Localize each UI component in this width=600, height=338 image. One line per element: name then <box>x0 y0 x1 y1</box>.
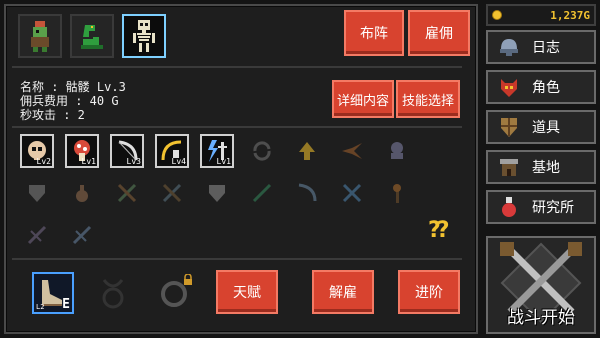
skill-slot[interactable] <box>335 176 369 210</box>
skill-slot[interactable] <box>65 218 99 252</box>
skill-slot[interactable] <box>200 176 234 210</box>
skill-grid: Lv2 Lv1 Lv3 Lv4 Lv1 <box>20 134 414 252</box>
menu-label: 日志 <box>532 40 560 56</box>
menu-label: 道具 <box>532 120 560 136</box>
skill-level: Lv1 <box>81 157 96 166</box>
amulet-equip-icon <box>102 279 124 309</box>
skill-slot[interactable] <box>20 176 54 210</box>
divider-mid <box>12 126 462 128</box>
skeleton-icon <box>133 20 155 52</box>
skill-level: Lv1 <box>216 157 231 166</box>
sword-skill-icon <box>117 183 137 203</box>
potion-skill-icon <box>76 185 88 202</box>
sword-skill-icon <box>162 183 182 203</box>
formation-button[interactable]: 布阵 <box>344 10 404 56</box>
torch-skill-icon <box>393 184 401 203</box>
menu-base-button[interactable]: 基地 <box>486 150 596 184</box>
gold-coin-icon <box>492 10 502 20</box>
skill-slot[interactable] <box>380 176 414 210</box>
ghost-skill-icon <box>391 142 403 159</box>
shield-item-icon <box>496 114 522 140</box>
talent-button[interactable]: 天赋 <box>216 270 278 314</box>
gold-display: 1,237G <box>486 4 596 26</box>
potion-icon <box>496 194 522 220</box>
crossbow-skill-icon <box>27 225 47 245</box>
skill-slot[interactable] <box>65 176 99 210</box>
unit-cost-line: 佣兵费用 : 40 G <box>20 94 119 108</box>
shield-skill-icon <box>29 185 45 202</box>
unit-attack-line: 秒攻击 : 2 <box>20 108 85 122</box>
skill-slot[interactable] <box>245 176 279 210</box>
lock-icon <box>184 274 192 285</box>
help-hint[interactable]: ?? <box>428 218 449 243</box>
menu-items-button[interactable]: 道具 <box>486 110 596 144</box>
advance-button[interactable]: 进阶 <box>398 270 460 314</box>
sword-skill-icon <box>252 183 272 203</box>
skill-slot[interactable] <box>110 176 144 210</box>
skill-slot[interactable]: Lv2 <box>20 134 54 168</box>
roster-slot-serpent[interactable] <box>70 14 114 58</box>
serpent-icon <box>81 25 103 49</box>
burst-skill-icon <box>342 143 362 159</box>
equip-slot-ring[interactable] <box>154 272 196 314</box>
skill-slot[interactable] <box>245 134 279 168</box>
skill-slot[interactable]: Lv3 <box>110 134 144 168</box>
gold-amount: 1,237G <box>550 8 590 22</box>
skill-slot[interactable] <box>155 176 189 210</box>
battle-start-label: 战斗开始 <box>507 308 575 328</box>
unit-name-line: 名称 : 骷髅 Lv.3 <box>20 80 126 94</box>
skill-slot[interactable]: Lv4 <box>155 134 189 168</box>
menu-log-button[interactable]: 日志 <box>486 30 596 64</box>
menu-label: 研究所 <box>532 200 574 216</box>
menu-label: 角色 <box>532 80 560 96</box>
equip-tag: E <box>62 297 70 312</box>
skill-slot[interactable] <box>335 134 369 168</box>
skill-slot[interactable] <box>290 134 324 168</box>
unit-stats: 名称 : 骷髅 Lv.3 佣兵费用 : 40 G 秒攻击 : 2 <box>20 80 126 122</box>
roster-slot-skeleton[interactable] <box>122 14 166 58</box>
battle-start-button[interactable]: 战斗开始 <box>486 236 596 334</box>
crossbow-skill-icon <box>72 225 92 245</box>
equip-slot-boot[interactable]: L2 E <box>32 272 74 314</box>
sword-skill-icon <box>342 183 362 203</box>
menu-research-button[interactable]: 研究所 <box>486 190 596 224</box>
roster-slot-goblin[interactable] <box>18 14 62 58</box>
skill-level: Lv4 <box>171 157 186 166</box>
goblin-icon <box>31 21 49 52</box>
skill-slot[interactable] <box>290 176 324 210</box>
details-button[interactable]: 详细内容 <box>332 80 394 118</box>
arrow-up-skill-icon <box>299 142 315 160</box>
skill-level: Lv3 <box>126 157 141 166</box>
skill-select-button[interactable]: 技能选择 <box>396 80 460 118</box>
equip-slot-amulet[interactable] <box>92 272 134 314</box>
bow-skill-icon <box>298 183 317 202</box>
unit-roster <box>18 14 166 62</box>
base-icon <box>496 154 522 180</box>
skill-slot[interactable]: Lv1 <box>200 134 234 168</box>
menu-character-button[interactable]: 角色 <box>486 70 596 104</box>
divider-bottom <box>12 258 462 260</box>
skill-level: Lv2 <box>36 157 51 166</box>
dismiss-button[interactable]: 解雇 <box>312 270 374 314</box>
skill-slot[interactable] <box>20 218 54 252</box>
divider-top <box>12 66 462 68</box>
demon-mask-icon <box>496 74 522 100</box>
cycle-skill-icon <box>253 141 271 161</box>
helmet-icon <box>496 34 522 60</box>
equip-level: L2 <box>36 303 45 311</box>
shield-skill-icon <box>209 185 225 202</box>
hire-button[interactable]: 雇佣 <box>408 10 470 56</box>
skill-slot[interactable] <box>380 134 414 168</box>
skill-slot[interactable]: Lv1 <box>65 134 99 168</box>
menu-label: 基地 <box>532 160 560 176</box>
